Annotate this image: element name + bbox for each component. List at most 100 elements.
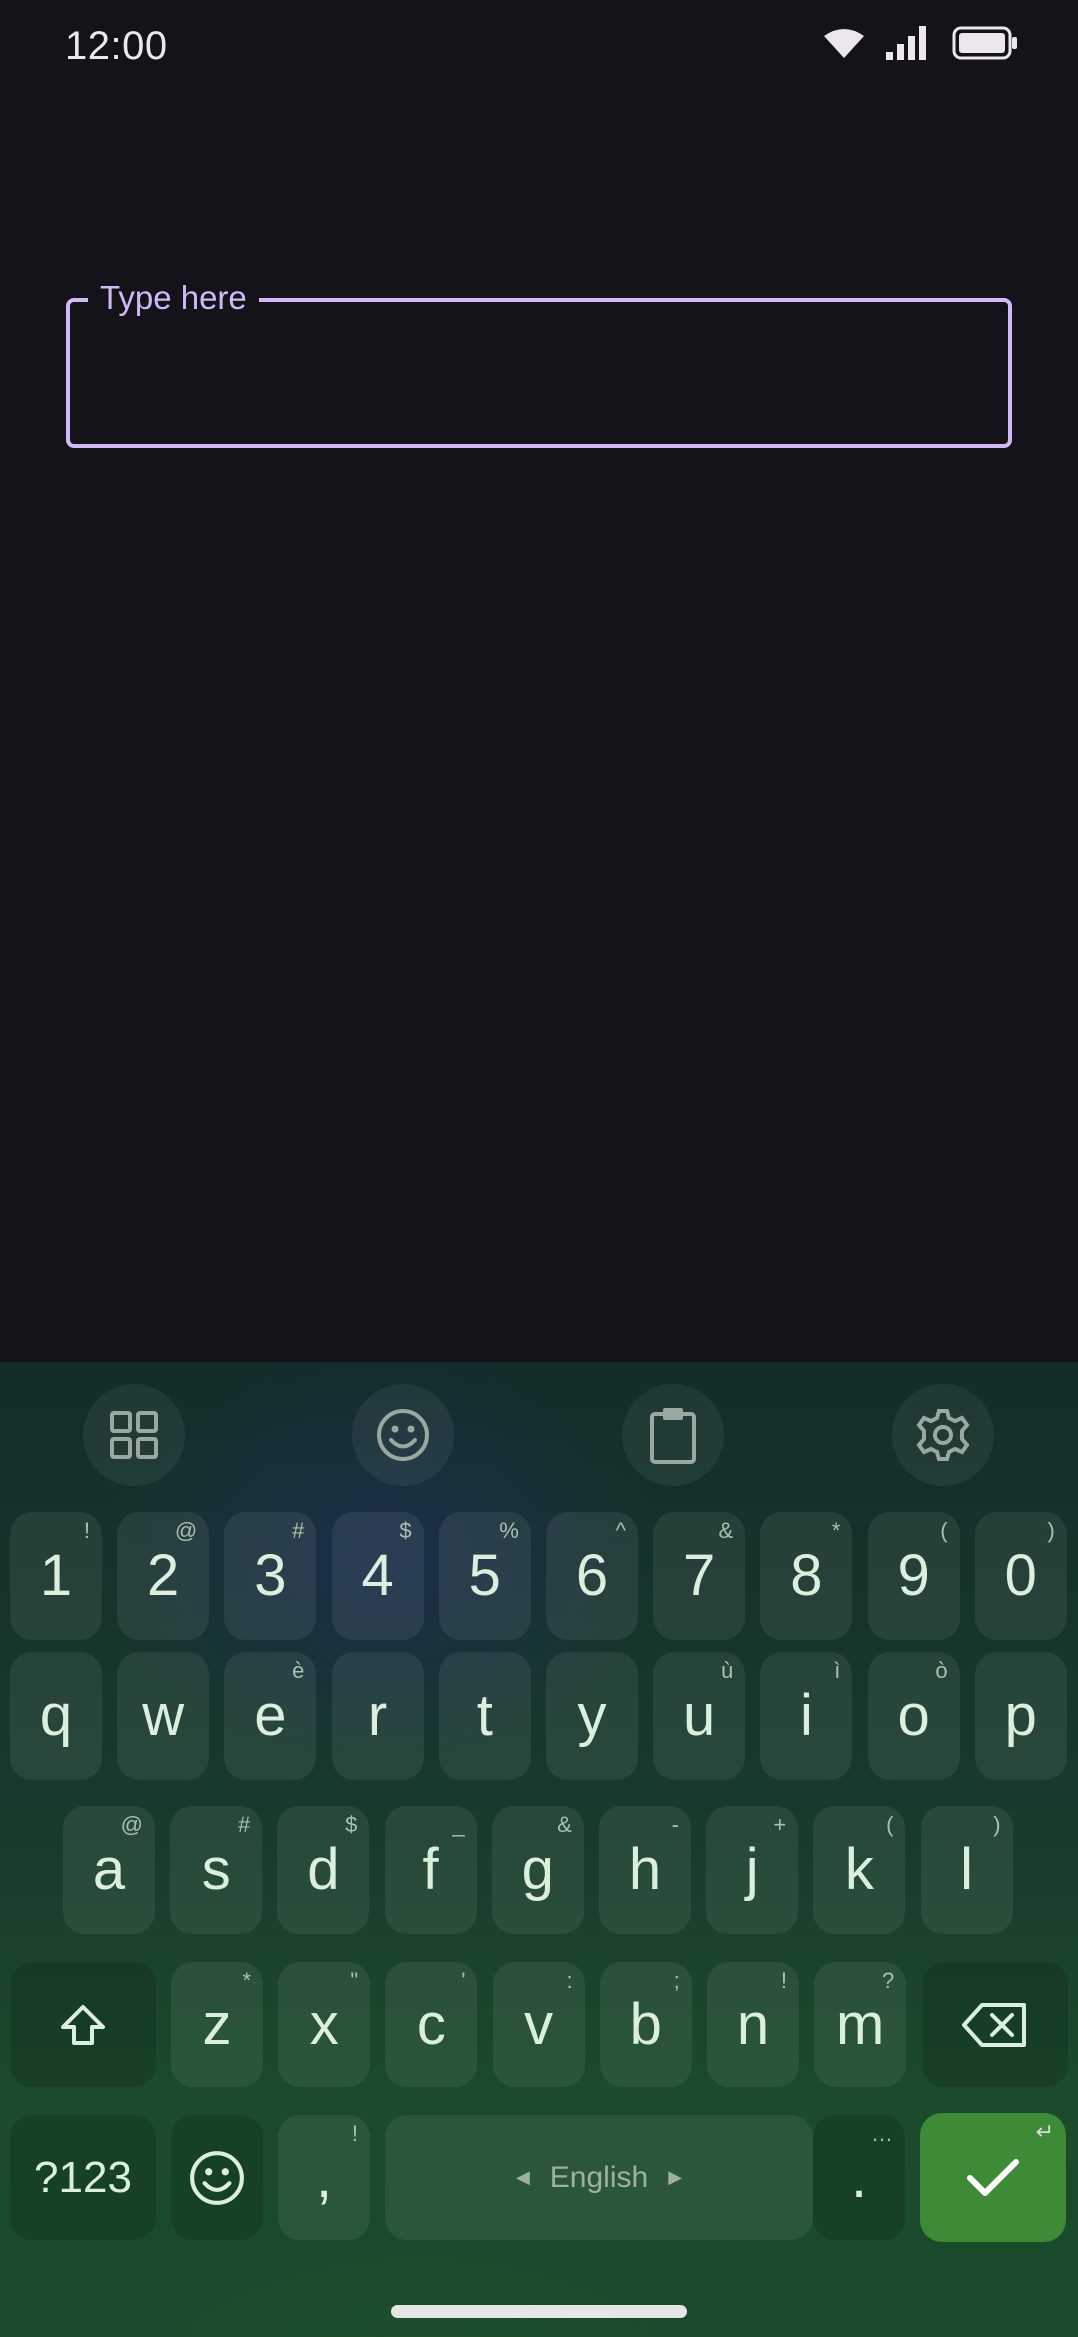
emoji-key[interactable] [171,2115,263,2240]
key-label: 2 [147,1543,180,1608]
key-7[interactable]: 7 & [653,1512,746,1640]
key-hint: ò [935,1658,948,1683]
key-label: b [629,1991,662,2057]
key-1[interactable]: 1! [10,1512,102,1640]
clipboard-icon [650,1408,696,1464]
backspace-key[interactable] [922,1962,1068,2087]
key-t[interactable]: t [438,1652,531,1780]
text-input-field[interactable]: Type here [66,278,1012,448]
key-i[interactable]: iì [760,1652,853,1780]
key-label: a [92,1837,126,1902]
key-hint: * [831,1518,841,1543]
space-key-label: ◀ English ▶ [516,2161,682,2195]
status-icons [824,26,1018,60]
key-hint: ? [881,1968,895,1993]
wifi-icon [824,29,864,58]
key-label: q [39,1683,73,1748]
key-hint: ) [1047,1518,1055,1543]
symbols-key[interactable]: ?123 [10,2115,156,2240]
period-key[interactable]: . … [813,2115,905,2240]
text-input[interactable] [70,302,1008,444]
key-hint: ! [780,1968,787,1993]
home-gesture-bar[interactable] [391,2305,687,2318]
key-label: v [524,1991,554,2057]
grid-icon [110,1411,158,1459]
key-b[interactable]: b; [599,1962,692,2087]
symbols-key-label: ?123 [34,2152,132,2202]
period-key-hint: … [871,2121,893,2146]
clipboard-button[interactable] [622,1384,724,1486]
key-k[interactable]: k( [813,1806,906,1934]
backspace-icon [962,2002,1026,2047]
key-hint: $ [345,1812,358,1837]
comma-key[interactable]: , ! [278,2115,370,2240]
key-label: t [476,1683,493,1748]
comma-key-label: , [315,2144,333,2210]
key-m[interactable]: m? [814,1962,907,2087]
key-hint: : [566,1968,573,1993]
key-h[interactable]: h- [599,1806,691,1934]
key-label: 8 [790,1543,823,1608]
emoji-toolbar-button[interactable] [352,1384,454,1486]
key-u[interactable]: uù [653,1652,746,1780]
key-label: w [142,1683,185,1748]
key-l[interactable]: l) [920,1806,1013,1934]
key-hint: _ [452,1812,465,1837]
status-time: 12:00 [65,24,168,68]
key-y[interactable]: y [546,1652,638,1780]
key-c[interactable]: c ' [385,1962,478,2087]
key-5[interactable]: 5% [438,1512,531,1640]
key-j[interactable]: j + [706,1806,799,1934]
key-hint: ! [83,1518,90,1543]
key-g[interactable]: g & [491,1806,584,1934]
key-hint: ( [940,1518,948,1543]
key-hint: è [292,1658,305,1683]
key-label: 7 [683,1543,716,1608]
key-f[interactable]: f _ [384,1806,477,1934]
key-hint: ù [720,1658,734,1683]
key-hint: * [242,1968,251,1993]
key-hint: ; [673,1968,680,1993]
enter-key[interactable]: ↵ [920,2113,1066,2242]
key-o[interactable]: oò [867,1652,960,1780]
key-e[interactable]: eè [224,1652,317,1780]
key-label: c [416,1991,446,2057]
key-label: x [309,1991,339,2057]
key-v[interactable]: v: [492,1962,585,2087]
key-3[interactable]: 3 # [224,1512,317,1640]
key-x[interactable]: x " [278,1962,371,2087]
apps-grid-button[interactable] [83,1384,185,1486]
key-hint: - [671,1812,679,1837]
key-0[interactable]: 0) [974,1512,1067,1640]
period-key-label: . [850,2144,868,2210]
key-6[interactable]: 6 ^ [546,1512,638,1640]
key-a[interactable]: a @ [63,1806,155,1934]
key-label: j [745,1837,759,1902]
key-q[interactable]: q [10,1652,102,1780]
key-n[interactable]: n! [707,1962,799,2087]
key-label: e [254,1683,287,1748]
key-z[interactable]: z * [171,1962,263,2087]
key-label: 5 [468,1543,501,1608]
shift-key[interactable] [10,1962,156,2087]
key-label: 1 [39,1543,73,1608]
settings-button[interactable] [892,1384,994,1486]
key-hint: # [237,1812,251,1837]
key-w[interactable]: w [117,1652,210,1780]
key-hint: ( [886,1812,894,1837]
key-label: i [799,1683,813,1748]
key-hint: ' [461,1968,466,1993]
key-label: 9 [897,1543,930,1608]
key-label: n [736,1991,770,2057]
key-2[interactable]: 2 @ [117,1512,210,1640]
key-p[interactable]: p [974,1652,1067,1780]
key-9[interactable]: 9( [867,1512,960,1640]
key-4[interactable]: 4 $ [331,1512,424,1640]
key-label: l [960,1837,974,1902]
key-r[interactable]: r [331,1652,424,1780]
key-s[interactable]: s # [170,1806,263,1934]
key-d[interactable]: d $ [277,1806,370,1934]
key-hint: ^ [615,1518,626,1543]
key-8[interactable]: 8 * [760,1512,853,1640]
space-key[interactable]: ◀ English ▶ [385,2115,813,2240]
